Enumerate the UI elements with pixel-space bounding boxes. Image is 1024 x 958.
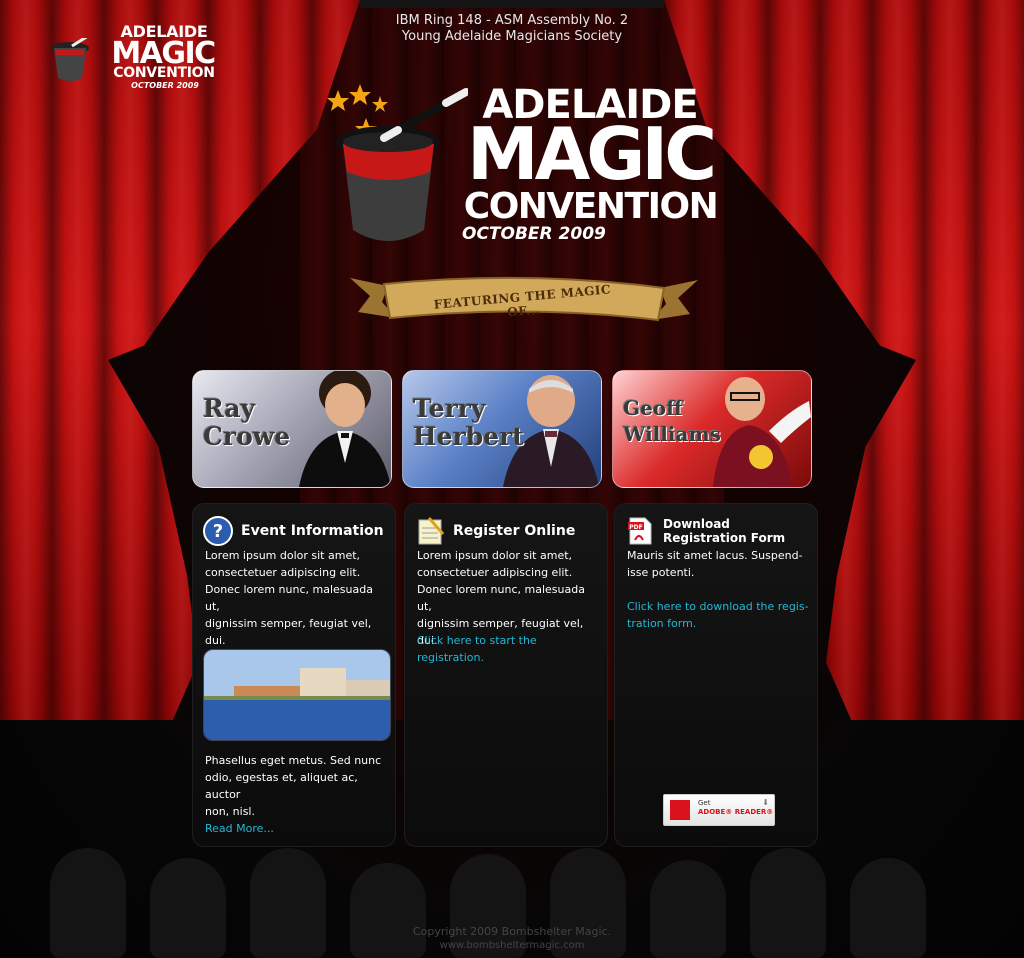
svg-text:PDF: PDF xyxy=(629,524,642,531)
magician-photo xyxy=(713,377,811,487)
magic-hat-icon xyxy=(327,84,468,241)
hero-logo: ADELAIDE MAGIC CONVENTION OCTOBER 2009 xyxy=(300,70,730,260)
top-hat-icon xyxy=(51,38,89,81)
download-panel: PDF Download Registration Form Mauris si… xyxy=(614,503,818,847)
org-line-1: IBM Ring 148 - ASM Assembly No. 2 xyxy=(395,13,629,28)
event-info-panel: ? Event Information Lorem ipsum dolor si… xyxy=(192,503,396,847)
top-bar xyxy=(360,0,664,8)
featuring-banner: FEATURING THE MAGIC OF... xyxy=(348,268,700,332)
venue-photo xyxy=(203,649,391,741)
footer: Copyright 2009 Bombshelter Magic. www.bo… xyxy=(360,925,664,953)
download-arrow-icon: ⬇ xyxy=(762,798,769,807)
panel-header: ? Event Information xyxy=(203,516,384,546)
performer-card-terry-herbert[interactable]: Terry Herbert xyxy=(402,370,602,488)
svg-text:?: ? xyxy=(213,521,223,542)
panel-title: Register Online xyxy=(453,523,576,539)
audience-head xyxy=(850,858,926,958)
venue-image xyxy=(204,650,390,740)
logo-small-line4: OCTOBER 2009 xyxy=(131,81,199,90)
panel-title: Download Registration Form xyxy=(663,517,785,545)
footer-url-link[interactable]: www.bombsheltermagic.com xyxy=(360,939,664,953)
adobe-product-label: ADOBE® READER® xyxy=(698,808,774,816)
audience-head xyxy=(50,848,126,958)
panel-header: PDF Download Registration Form xyxy=(625,516,785,546)
start-registration-link[interactable]: Click here to start the registration. xyxy=(417,632,603,666)
performer-name: Geoff Williams xyxy=(623,395,721,447)
performer-card-ray-crowe[interactable]: Ray Crowe xyxy=(192,370,392,488)
panel-title-line1: Download xyxy=(663,517,730,531)
panel-title: Event Information xyxy=(241,523,384,539)
read-more-link[interactable]: Read More... xyxy=(205,820,391,837)
organization-header: IBM Ring 148 - ASM Assembly No. 2 Young … xyxy=(360,13,664,45)
audience-head xyxy=(250,848,326,958)
performer-last-name: Herbert xyxy=(413,422,524,451)
download-form-link[interactable]: Click here to download the regis- tratio… xyxy=(627,598,813,632)
pdf-icon: PDF xyxy=(628,517,652,545)
performer-last-name: Crowe xyxy=(203,422,291,451)
panel-title-line2: Registration Form xyxy=(663,531,786,545)
adobe-logo-icon xyxy=(670,800,690,820)
performer-first-name: Ray xyxy=(203,394,256,423)
copyright-text: Copyright 2009 Bombshelter Magic. xyxy=(412,925,612,938)
download-description: Mauris sit amet lacus. Suspend- isse pot… xyxy=(627,549,803,579)
hero-line4: OCTOBER 2009 xyxy=(462,224,606,244)
performer-last-name: Williams xyxy=(623,422,721,446)
performer-name: Terry Herbert xyxy=(413,395,524,451)
hero-line3: CONVENTION xyxy=(463,186,719,227)
adobe-get-label: Get xyxy=(698,799,711,807)
page: IBM Ring 148 - ASM Assembly No. 2 Young … xyxy=(0,0,1024,958)
org-line-2: Young Adelaide Magicians Society xyxy=(401,29,623,44)
site-logo[interactable]: ADELAIDE MAGIC CONVENTION OCTOBER 2009 xyxy=(40,16,220,96)
performer-name: Ray Crowe xyxy=(203,395,290,451)
audience-head xyxy=(150,858,226,958)
notepad-icon xyxy=(418,517,445,545)
panel-header: Register Online xyxy=(415,516,575,546)
magician-photo xyxy=(299,371,391,487)
get-adobe-reader-button[interactable]: Get ADOBE® READER® ⬇ xyxy=(663,794,775,826)
hero-line2: MAGIC xyxy=(466,112,717,196)
logo-small-line3: CONVENTION xyxy=(113,65,215,81)
register-panel: Register Online Lorem ipsum dolor sit am… xyxy=(404,503,608,847)
audience-head xyxy=(750,848,826,958)
performer-first-name: Geoff xyxy=(623,396,683,420)
question-icon: ? xyxy=(203,516,233,546)
performer-card-geoff-williams[interactable]: Geoff Williams xyxy=(612,370,812,488)
event-extra-text: Phasellus eget metus. Sed nunc odio, ege… xyxy=(205,754,382,818)
performer-first-name: Terry xyxy=(413,394,486,423)
